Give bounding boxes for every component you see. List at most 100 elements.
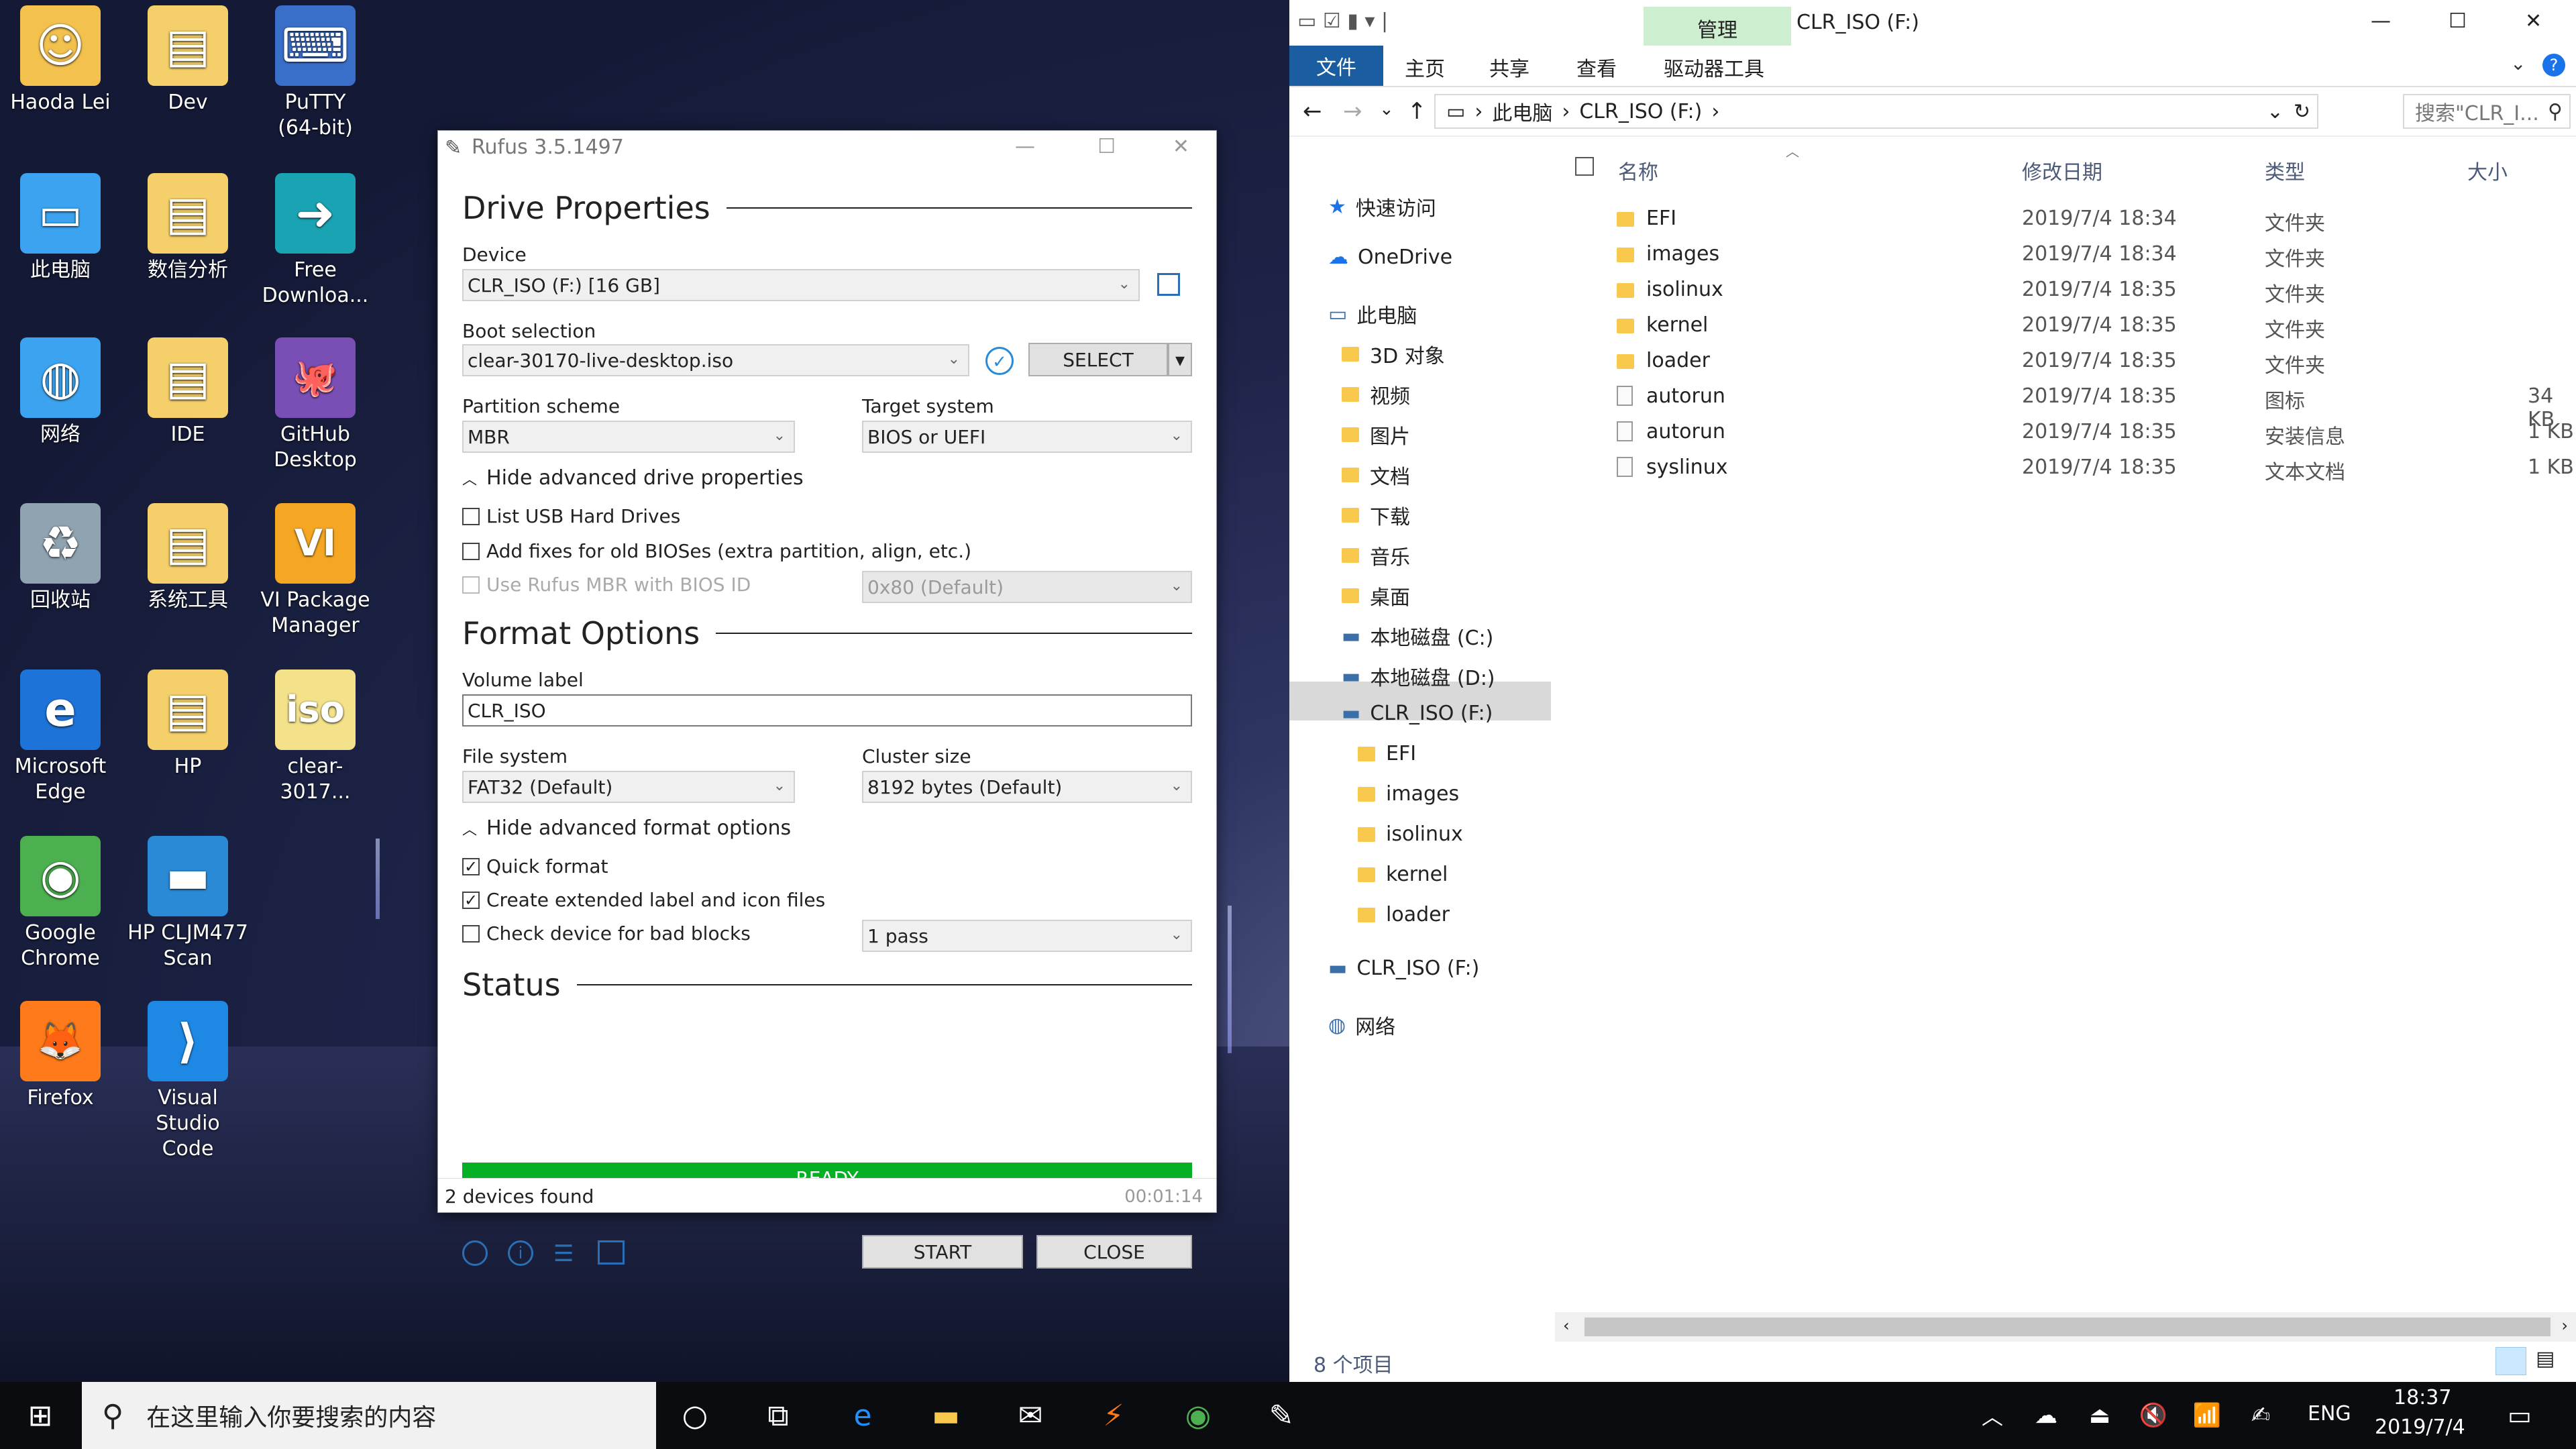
nav-tree-item[interactable]: loader <box>1358 903 1450 926</box>
breadcrumb-clr-iso[interactable]: CLR_ISO (F:) <box>1579 100 1702 123</box>
extended-label-checkbox[interactable]: ✓ Create extended label and icon files <box>462 889 825 911</box>
scroll-right-icon[interactable]: › <box>2561 1316 2568 1335</box>
hide-drive-properties-toggle[interactable]: ︿ Hide advanced drive properties <box>462 466 804 490</box>
nav-tree-item[interactable]: 桌面 <box>1342 581 1410 610</box>
language-icon[interactable] <box>462 1240 488 1266</box>
file-explorer-taskbar-icon[interactable]: ▬ <box>926 1395 966 1436</box>
desktop-icon[interactable]: 🐙 GitHub Desktop <box>255 337 376 473</box>
volume-label-input[interactable]: CLR_ISO <box>462 694 1192 727</box>
list-usb-checkbox[interactable]: List USB Hard Drives <box>462 505 680 527</box>
desktop-icon[interactable]: ◉ Google Chrome <box>0 836 121 971</box>
column-size[interactable]: 大小 <box>2467 156 2508 185</box>
column-type[interactable]: 类型 <box>2265 156 2305 185</box>
add-fixes-checkbox[interactable]: Add fixes for old BIOSes (extra partitio… <box>462 540 971 562</box>
nav-tree-item[interactable]: ▬ 本地磁盘 (C:) <box>1342 621 1493 651</box>
search-input[interactable]: 搜索"CLR_I... ⚲ <box>2403 94 2571 129</box>
about-icon[interactable]: i <box>508 1240 533 1266</box>
recent-dropdown-icon[interactable]: ⌄ <box>1379 99 1394 119</box>
thumbnail-view-icon[interactable]: ▤ <box>2536 1347 2555 1371</box>
cluster-size-select[interactable]: 8192 bytes (Default) ⌄ <box>862 771 1192 803</box>
nav-tree-item[interactable]: isolinux <box>1358 822 1463 846</box>
tab-drive-tools[interactable]: 驱动器工具 <box>1664 52 1764 82</box>
taskbar-search-box[interactable]: ⚲ 在这里输入你要搜索的内容 <box>82 1382 656 1449</box>
select-dropdown-button[interactable]: ▾ <box>1168 343 1192 376</box>
file-row[interactable]: isolinux 2019/7/4 18:35 文件夹 <box>1603 274 2576 309</box>
select-button[interactable]: SELECT <box>1028 343 1168 376</box>
nav-tree-item[interactable]: ◍ 网络 <box>1328 1010 1395 1040</box>
boot-selection-select[interactable]: clear-30170-live-desktop.iso ⌄ <box>462 344 969 376</box>
passes-select[interactable]: 1 pass ⌄ <box>862 920 1192 952</box>
clock-time[interactable]: 18:37 <box>2394 1386 2451 1409</box>
file-row[interactable]: EFI 2019/7/4 18:34 文件夹 <box>1603 203 2576 237</box>
forward-arrow-icon[interactable]: → <box>1343 98 1362 125</box>
desktop-icon[interactable]: 🦊 Firefox <box>0 1001 121 1111</box>
save-drive-icon[interactable] <box>1157 273 1180 296</box>
desktop-icon[interactable]: ◍ 网络 <box>0 337 121 447</box>
bios-id-select[interactable]: 0x80 (Default) ⌄ <box>862 571 1192 603</box>
back-arrow-icon[interactable]: ← <box>1303 98 1322 125</box>
pen-tray-icon[interactable]: ✍ <box>2241 1395 2281 1436</box>
maximize-button[interactable]: ☐ <box>2449 9 2467 33</box>
use-rufus-mbr-checkbox[interactable]: Use Rufus MBR with BIOS ID <box>462 574 751 596</box>
nav-tree-item[interactable]: ▭ 此电脑 <box>1328 299 1417 329</box>
refresh-icon[interactable]: ↻ <box>2294 100 2310 123</box>
nav-tree-item[interactable]: 文档 <box>1342 460 1410 490</box>
file-row[interactable]: autorun 2019/7/4 18:35 图标 34 KB <box>1603 380 2576 431</box>
nav-tree-item[interactable]: EFI <box>1358 742 1416 765</box>
task-view-icon[interactable]: ⧉ <box>758 1395 798 1436</box>
desktop-icon[interactable]: ♻ 回收站 <box>0 503 121 613</box>
desktop-icon[interactable]: ☺ Haoda Lei <box>0 5 121 115</box>
start-button[interactable]: START <box>862 1235 1023 1269</box>
usb-tray-icon[interactable]: ⏏ <box>2080 1395 2120 1436</box>
scroll-left-icon[interactable]: ‹ <box>1563 1316 1570 1335</box>
onedrive-tray-icon[interactable]: ☁ <box>2026 1395 2066 1436</box>
scroll-thumb[interactable] <box>1585 1318 2551 1336</box>
wifi-icon[interactable]: 📶 <box>2187 1395 2227 1436</box>
explorer-titlebar[interactable]: ▭ ☑ ▮ ▾ | 管理 CLR_ISO (F:) — ☐ ✕ <box>1289 0 2576 46</box>
nav-tree-item[interactable]: images <box>1358 782 1459 806</box>
desktop-icon[interactable]: ⌨ PuTTY (64-bit) <box>255 5 376 141</box>
tab-home[interactable]: 主页 <box>1405 52 1445 82</box>
file-row[interactable]: autorun 2019/7/4 18:35 安装信息 1 KB <box>1603 416 2576 451</box>
device-select[interactable]: CLR_ISO (F:) [16 GB] ⌄ <box>462 269 1140 301</box>
breadcrumb-this-pc[interactable]: 此电脑 <box>1492 97 1552 126</box>
show-hidden-icons[interactable]: ︿ <box>1972 1395 2012 1436</box>
rufus-titlebar[interactable]: ✎ Rufus 3.5.1497 — ☐ ✕ <box>438 131 1216 163</box>
tab-file[interactable]: 文件 <box>1289 46 1383 86</box>
volume-muted-icon[interactable]: 🔇 <box>2133 1395 2174 1436</box>
desktop-icon[interactable]: ⟩ Visual Studio Code <box>127 1001 248 1162</box>
nav-tree-item[interactable]: ★ 快速访问 <box>1328 192 1436 221</box>
maximize-button[interactable]: ☐ <box>1097 135 1116 158</box>
column-name[interactable]: 名称 <box>1618 156 1658 185</box>
desktop-icon[interactable]: ➜ Free Downloa... <box>255 173 376 309</box>
rufus-taskbar-icon[interactable]: ✎ <box>1261 1395 1301 1436</box>
desktop-icon[interactable]: ▤ HP <box>127 669 248 780</box>
chrome-taskbar-icon[interactable]: ◉ <box>1178 1395 1218 1436</box>
address-bar[interactable]: ▭ › 此电脑 › CLR_ISO (F:) › ⌄ ↻ <box>1434 94 2318 129</box>
desktop-icon[interactable]: ▤ 数信分析 <box>127 173 248 283</box>
target-system-select[interactable]: BIOS or UEFI ⌄ <box>862 421 1192 453</box>
bad-blocks-checkbox[interactable]: Check device for bad blocks <box>462 922 751 945</box>
quick-format-checkbox[interactable]: ✓ Quick format <box>462 855 608 877</box>
verify-checkmark-icon[interactable]: ✓ <box>985 347 1014 375</box>
file-row[interactable]: syslinux 2019/7/4 18:35 文本文档 1 KB <box>1603 451 2576 486</box>
clock-date[interactable]: 2019/7/4 <box>2375 1415 2465 1439</box>
desktop-icon[interactable]: e Microsoft Edge <box>0 669 121 805</box>
address-dropdown-icon[interactable]: ⌄ <box>2267 100 2284 123</box>
nav-tree-item[interactable]: 音乐 <box>1342 541 1410 570</box>
manage-context-tab[interactable]: 管理 <box>1644 7 1791 46</box>
nav-tree-item[interactable]: ▬ 本地磁盘 (D:) <box>1342 661 1495 691</box>
action-center-icon[interactable]: ▭ <box>2500 1395 2540 1436</box>
nav-tree-item[interactable]: ☁ OneDrive <box>1328 246 1452 269</box>
close-window-button[interactable]: ✕ <box>2525 9 2542 33</box>
edge-taskbar-icon[interactable]: e <box>843 1395 883 1436</box>
quick-access-toolbar[interactable]: ▭ ☑ ▮ ▾ | <box>1297 9 1388 33</box>
nav-tree-item[interactable]: ▬ CLR_ISO (F:) <box>1342 702 1493 725</box>
file-system-select[interactable]: FAT32 (Default) ⌄ <box>462 771 795 803</box>
nav-tree-item[interactable]: 3D 对象 <box>1342 339 1445 369</box>
tab-view[interactable]: 查看 <box>1576 52 1617 82</box>
labview-taskbar-icon[interactable]: ⚡ <box>1093 1395 1134 1436</box>
chevron-down-icon[interactable]: ⌄ <box>2510 52 2526 74</box>
nav-tree-item[interactable]: 视频 <box>1342 380 1410 409</box>
close-button[interactable]: CLOSE <box>1036 1235 1192 1269</box>
